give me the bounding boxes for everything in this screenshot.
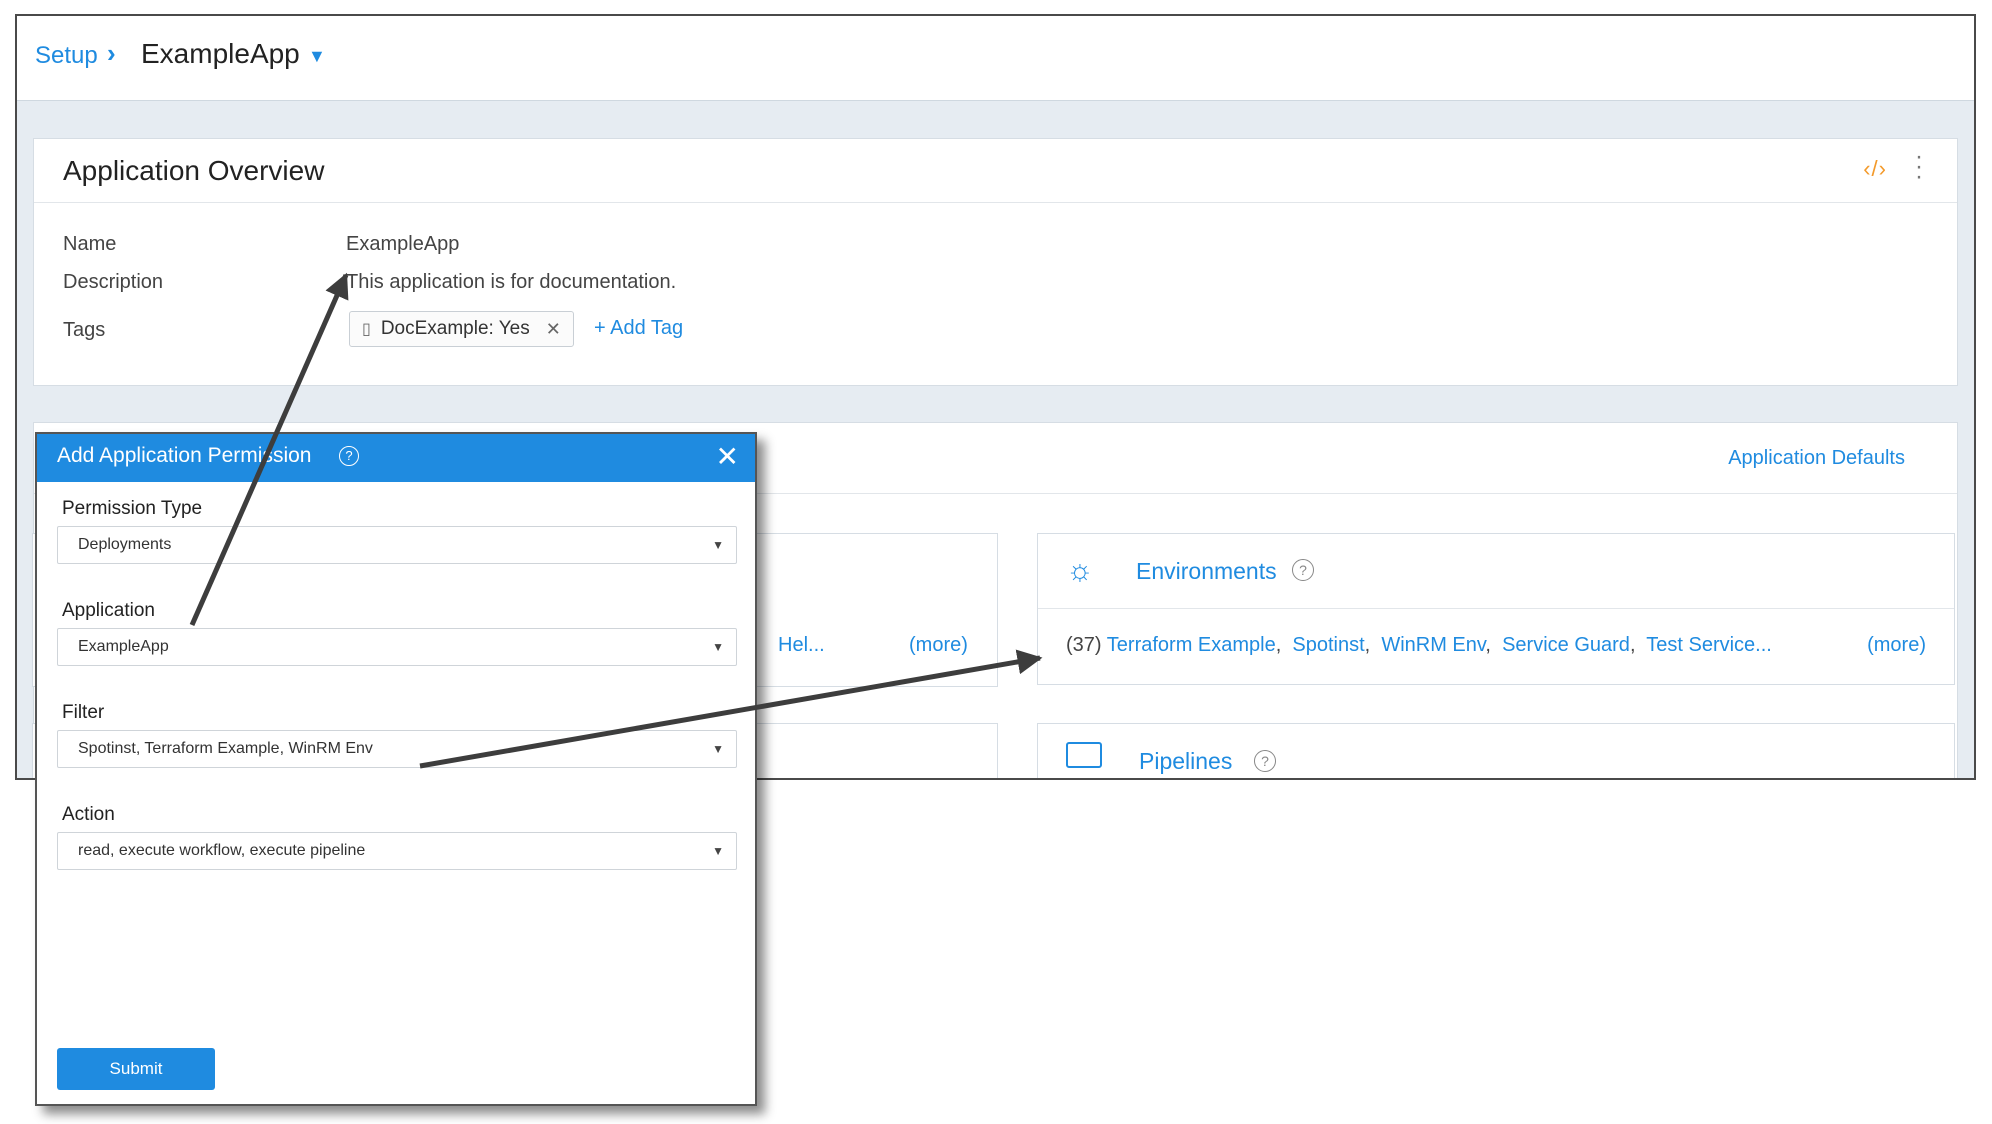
environments-more-link[interactable]: (more) xyxy=(1867,634,1926,657)
help-icon[interactable]: ? xyxy=(1254,750,1276,772)
action-select[interactable]: read, execute workflow, execute pipeline… xyxy=(57,832,737,870)
action-value: read, execute workflow, execute pipeline xyxy=(78,842,366,859)
caret-down-icon: ▼ xyxy=(712,640,724,654)
filter-value: Spotinst, Terraform Example, WinRM Env xyxy=(78,740,373,757)
left-card-partial-link[interactable]: Hel... xyxy=(778,634,825,657)
breadcrumb-current: ExampleApp xyxy=(141,38,300,69)
pipeline-icon xyxy=(1066,742,1102,768)
add-tag-link[interactable]: + Add Tag xyxy=(594,317,683,340)
permission-type-label: Permission Type xyxy=(62,498,203,519)
action-label: Action xyxy=(62,804,115,825)
name-label: Name xyxy=(63,233,117,255)
tags-label: Tags xyxy=(63,319,106,341)
environment-link[interactable]: Test Service... xyxy=(1646,634,1772,656)
help-icon[interactable]: ? xyxy=(339,446,359,466)
tag-chip[interactable]: ▯ DocExample: Yes ✕ xyxy=(349,311,574,347)
left-card-more-link[interactable]: (more) xyxy=(909,634,968,657)
filter-label: Filter xyxy=(62,702,105,723)
code-icon[interactable]: ‹/› xyxy=(1863,156,1887,182)
environment-link[interactable]: WinRM Env xyxy=(1381,634,1485,656)
environments-header: ☼ Environments ? xyxy=(1038,534,1954,609)
overview-header: Application Overview ‹/› · · · xyxy=(34,139,1957,203)
application-label: Application xyxy=(62,600,155,621)
description-label: Description xyxy=(63,271,164,293)
environment-link[interactable]: Spotinst xyxy=(1292,634,1364,656)
top-bar: Setup › ExampleApp ▼ xyxy=(17,16,1974,101)
caret-down-icon: ▼ xyxy=(712,538,724,552)
dialog-title: Add Application Permission xyxy=(57,444,312,467)
caret-down-icon: ▼ xyxy=(712,742,724,756)
help-icon[interactable]: ? xyxy=(1292,559,1314,581)
dialog-header: Add Application Permission ? ✕ xyxy=(37,434,755,482)
overview-title: Application Overview xyxy=(63,155,325,186)
caret-down-icon[interactable]: ▼ xyxy=(308,46,326,67)
pipelines-card: Pipelines ? xyxy=(1037,723,1955,778)
application-defaults-link[interactable]: Application Defaults xyxy=(1728,447,1905,470)
environments-card: ☼ Environments ? (37) Terraform Example,… xyxy=(1037,533,1955,685)
environment-link[interactable]: Service Guard xyxy=(1502,634,1630,656)
description-value: This application is for documentation. xyxy=(346,271,677,293)
environment-link[interactable]: Terraform Example xyxy=(1107,634,1276,656)
sun-icon: ☼ xyxy=(1066,554,1094,587)
environments-count: (37) xyxy=(1066,634,1102,656)
caret-down-icon: ▼ xyxy=(712,844,724,858)
application-value: ExampleApp xyxy=(78,638,169,655)
pipelines-title[interactable]: Pipelines xyxy=(1139,748,1232,775)
permission-type-select[interactable]: Deployments ▼ xyxy=(57,526,737,564)
application-overview-panel: Application Overview ‹/› · · · Name Exampl… xyxy=(33,138,1958,386)
close-icon[interactable]: ✕ xyxy=(546,319,561,340)
document-icon: ▯ xyxy=(362,321,371,338)
filter-select[interactable]: Spotinst, Terraform Example, WinRM Env ▼ xyxy=(57,730,737,768)
more-vertical-icon[interactable]: · · · xyxy=(1914,145,1924,189)
environments-list: (37) Terraform Example, Spotinst, WinRM … xyxy=(1066,634,1772,656)
environments-title[interactable]: Environments xyxy=(1136,558,1277,585)
close-icon[interactable]: ✕ xyxy=(716,440,739,473)
breadcrumb-setup-link[interactable]: Setup xyxy=(35,42,98,70)
add-application-permission-dialog: Add Application Permission ? ✕ Permissio… xyxy=(35,432,757,1106)
tag-text: DocExample: Yes xyxy=(380,318,530,339)
name-value: ExampleApp xyxy=(346,233,460,255)
application-select[interactable]: ExampleApp ▼ xyxy=(57,628,737,666)
chevron-right-icon: › xyxy=(107,38,116,68)
permission-type-value: Deployments xyxy=(78,536,172,553)
submit-button[interactable]: Submit xyxy=(57,1048,215,1090)
